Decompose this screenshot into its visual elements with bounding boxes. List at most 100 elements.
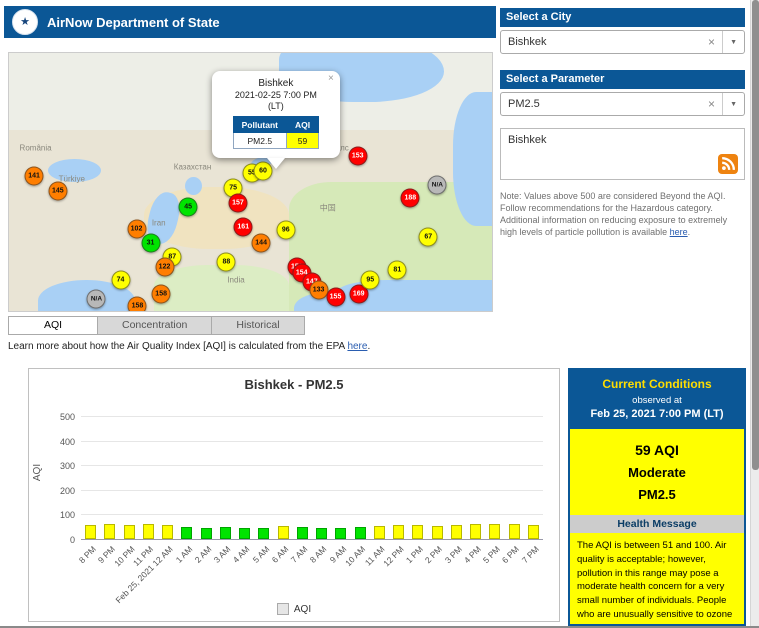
infowindow-timezone: (LT) — [267, 101, 284, 112]
infowindow-aqi-table: Pollutant AQI PM2.5 59 — [232, 116, 320, 150]
chart-bar[interactable] — [489, 523, 501, 539]
x-axis-tick-label: 1 AM — [173, 544, 194, 565]
view-tabs: AQI Concentration Historical — [8, 316, 305, 335]
aqi-marker[interactable]: 188 — [400, 188, 420, 208]
current-aqi-value: 59 AQI — [635, 442, 679, 458]
legend-label: AQI — [293, 603, 312, 615]
current-aqi-block: 59 AQI Moderate PM2.5 — [570, 429, 744, 515]
chart-bar[interactable] — [508, 524, 520, 539]
health-message-label: Health Message — [570, 515, 744, 533]
tab-concentration[interactable]: Concentration — [98, 316, 213, 335]
parameter-clear-icon[interactable]: × — [701, 93, 724, 115]
y-axis-tick-label: 300 — [59, 461, 75, 472]
chart-bar[interactable] — [316, 527, 328, 539]
aqi-marker[interactable]: 45 — [178, 197, 198, 217]
chart-bar[interactable] — [354, 527, 366, 539]
chart-bar[interactable] — [142, 524, 154, 539]
feed-box: Bishkek — [500, 128, 745, 180]
chart-bar[interactable] — [85, 525, 97, 539]
chart-bar[interactable] — [412, 524, 424, 539]
health-message-text: The AQI is between 51 and 100. Air quali… — [570, 533, 744, 624]
chart-bar[interactable] — [527, 524, 539, 539]
aqi-marker[interactable]: N/A — [86, 289, 106, 309]
map-water-shape — [185, 176, 203, 195]
chart-bar[interactable] — [277, 525, 289, 539]
aqi-marker[interactable]: 144 — [251, 233, 271, 253]
note-prefix: Note: Values above 500 are considered Be… — [500, 191, 728, 238]
tab-aqi[interactable]: AQI — [8, 316, 98, 335]
learn-more-prefix: Learn more about how the Air Quality Ind… — [8, 341, 348, 352]
aqi-marker[interactable]: 95 — [360, 270, 380, 290]
chart-bar[interactable] — [470, 524, 482, 539]
aqi-marker[interactable]: 88 — [216, 252, 236, 272]
city-clear-icon[interactable]: × — [701, 31, 724, 53]
city-select[interactable]: Bishkek × ▼ — [500, 30, 745, 54]
chart-legend[interactable]: AQI — [29, 603, 559, 615]
chart-bar[interactable] — [335, 528, 347, 539]
aqi-marker[interactable]: 81 — [387, 260, 407, 280]
chart-bar[interactable] — [373, 526, 385, 539]
chart-bar[interactable] — [296, 527, 308, 539]
current-conditions-title: Current Conditions — [602, 377, 712, 391]
x-axis-tick-label: 6 AM — [269, 544, 291, 565]
y-axis-tick-label: 200 — [59, 485, 75, 496]
current-aqi-category: Moderate — [628, 465, 686, 480]
chart-bar[interactable] — [450, 525, 462, 539]
chart-bar[interactable] — [219, 527, 231, 539]
aqi-marker[interactable]: 155 — [326, 287, 345, 307]
rss-feed-icon[interactable] — [718, 154, 738, 174]
infowindow-close-icon[interactable]: × — [328, 73, 334, 84]
chart-bar[interactable] — [123, 524, 135, 539]
app-header: AirNow Department of State — [4, 6, 496, 38]
aqi-marker[interactable]: 67 — [418, 227, 438, 247]
aqi-chart: Bishkek - PM2.5 AQI 0 100 200 300 400 500 8 PM… — [28, 368, 560, 622]
parameter-dropdown-arrow-icon[interactable]: ▼ — [723, 101, 744, 108]
aqi-marker[interactable]: 31 — [141, 233, 161, 253]
col-pollutant: Pollutant — [232, 116, 287, 134]
chart-bar[interactable] — [393, 525, 405, 539]
tab-historical[interactable]: Historical — [212, 316, 305, 335]
aqi-marker[interactable]: 96 — [276, 220, 296, 240]
aqi-marker[interactable]: 102 — [127, 219, 146, 239]
chart-bar[interactable] — [162, 525, 174, 539]
col-aqi: AQI — [285, 116, 320, 134]
aqi-marker[interactable]: 157 — [228, 193, 248, 213]
chart-bar[interactable] — [239, 527, 251, 539]
aqi-marker[interactable]: 161 — [233, 217, 253, 237]
aqi-map[interactable]: РоссияКазахстанМонгол улс中国IndiaIranTürk… — [8, 52, 493, 312]
aqi-marker[interactable]: 145 — [48, 181, 68, 201]
city-dropdown-arrow-icon[interactable]: ▼ — [723, 39, 744, 46]
map-label: India — [227, 275, 245, 285]
map-infowindow: × Bishkek 2021-02-25 7:00 PM (LT) Pollut… — [211, 71, 340, 170]
scrollbar[interactable] — [750, 0, 759, 628]
aqi-marker[interactable]: 158 — [127, 296, 147, 311]
aqi-marker[interactable]: 74 — [111, 270, 131, 290]
chart-bar[interactable] — [104, 524, 116, 539]
learn-more-text: Learn more about how the Air Quality Ind… — [8, 341, 370, 352]
chart-bar[interactable] — [258, 528, 270, 539]
aqi-marker[interactable]: 141 — [24, 166, 44, 186]
x-axis-tick-label: 4 AM — [230, 544, 252, 565]
aqi-marker[interactable]: N/A — [427, 175, 447, 195]
x-axis-tick-label: 6 PM — [500, 544, 522, 566]
parameter-select[interactable]: PM2.5 × ▼ — [500, 92, 745, 116]
scrollbar-thumb[interactable] — [752, 0, 759, 470]
aqi-marker[interactable]: 158 — [151, 284, 171, 304]
aqi-marker[interactable]: 122 — [155, 257, 175, 277]
chart-bar[interactable] — [200, 527, 212, 539]
aqi-marker[interactable]: 153 — [348, 146, 368, 166]
x-axis-tick-label: 12 PM — [381, 544, 406, 569]
x-axis-tick-label: 4 PM — [461, 544, 483, 566]
select-city-header: Select a City — [500, 8, 745, 27]
current-conditions-panel: Current Conditions observed at Feb 25, 2… — [568, 368, 746, 626]
y-axis-tick-label: 500 — [59, 412, 75, 423]
chart-gridline — [81, 514, 543, 516]
chart-gridline — [81, 416, 543, 418]
note-here-link[interactable]: here — [670, 227, 688, 237]
x-axis-tick-label: 8 AM — [307, 544, 329, 565]
x-axis-tick-label: 8 PM — [76, 544, 98, 566]
page-title: AirNow Department of State — [47, 14, 220, 30]
chart-bar[interactable] — [431, 525, 443, 539]
chart-bar[interactable] — [181, 527, 193, 539]
epa-here-link[interactable]: here — [347, 341, 367, 352]
